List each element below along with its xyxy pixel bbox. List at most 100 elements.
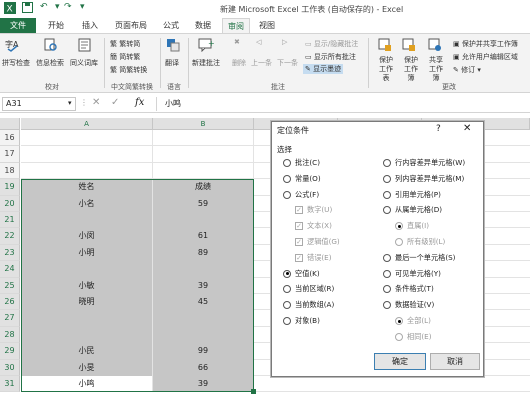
option-label-left_options-10[interactable]: 对象(B) xyxy=(295,316,320,326)
new-comment-icon[interactable]: + xyxy=(198,38,215,54)
name-box[interactable]: A31 xyxy=(2,97,76,111)
row-header[interactable]: 29 xyxy=(0,343,20,360)
research-button[interactable]: 信息检索 xyxy=(36,58,64,68)
option-label-right_options-1[interactable]: 列内容差异单元格(M) xyxy=(395,174,464,184)
row-header[interactable]: 24 xyxy=(0,261,20,278)
row-header[interactable]: 22 xyxy=(0,228,20,245)
cell-a17[interactable] xyxy=(21,146,153,163)
simp-to-trad-button[interactable]: 簡 简转繁 xyxy=(110,52,140,62)
row-header[interactable]: 21 xyxy=(0,212,20,229)
spell-check-icon[interactable]: 字A xyxy=(5,38,21,54)
radio-left_options-10[interactable] xyxy=(283,317,291,325)
column-header-a[interactable]: A xyxy=(21,118,153,130)
row-header[interactable]: 23 xyxy=(0,244,20,262)
cell-a18[interactable] xyxy=(21,162,153,180)
tab-review[interactable]: 审阅 xyxy=(222,18,250,33)
formula-content[interactable]: 小鸣 xyxy=(165,98,181,109)
tab-data[interactable]: 数据 xyxy=(188,18,218,33)
protect-sheet-icon[interactable] xyxy=(378,38,392,54)
row-header[interactable]: 28 xyxy=(0,326,20,344)
share-workbook-icon[interactable] xyxy=(428,38,442,54)
row-header[interactable]: 26 xyxy=(0,294,20,311)
tab-file[interactable]: 文件 xyxy=(0,18,36,33)
customize-quick-access-icon[interactable]: ▾ xyxy=(80,2,85,12)
radio-right_options-1[interactable] xyxy=(383,174,391,183)
row-header[interactable]: 18 xyxy=(0,162,20,180)
row-header[interactable]: 19 xyxy=(0,179,20,196)
option-label-right_options-6[interactable]: 最后一个单元格(S) xyxy=(395,253,455,263)
name-box-dropdown-icon[interactable]: ▾ xyxy=(68,99,72,107)
show-all-comments-button[interactable]: ▭ 显示所有批注 xyxy=(305,52,356,62)
radio-left_options-7[interactable] xyxy=(283,269,291,278)
cell-a16[interactable] xyxy=(21,130,153,147)
ok-button[interactable]: 确定 xyxy=(374,353,426,370)
cell-b17[interactable] xyxy=(153,146,254,163)
radio-left_options-1[interactable] xyxy=(283,174,291,183)
protect-workbook-icon[interactable] xyxy=(402,38,416,54)
option-label-left_options-7[interactable]: 空值(K) xyxy=(295,269,320,279)
row-header[interactable]: 25 xyxy=(0,277,20,294)
protect-workbook-button[interactable]: 保护工作簿 xyxy=(401,56,421,83)
option-label-left_options-0[interactable]: 批注(C) xyxy=(295,158,320,168)
option-label-left_options-1[interactable]: 常量(O) xyxy=(295,174,321,184)
new-comment-button[interactable]: 新建批注 xyxy=(192,58,220,68)
radio-right_options-9[interactable] xyxy=(383,301,391,310)
radio-left_options-8[interactable] xyxy=(283,285,291,294)
select-all-corner[interactable] xyxy=(0,118,20,130)
cell-b18[interactable] xyxy=(153,162,254,180)
row-header[interactable]: 27 xyxy=(0,310,20,327)
radio-left_options-2[interactable] xyxy=(283,190,291,199)
option-label-left_options-2[interactable]: 公式(F) xyxy=(295,190,319,200)
radio-right_options-8[interactable] xyxy=(383,285,391,294)
show-ink-button[interactable]: ✎ 显示墨迹 xyxy=(303,64,344,74)
option-label-right_options-9[interactable]: 数据验证(V) xyxy=(395,300,434,310)
tab-insert[interactable]: 插入 xyxy=(74,18,106,33)
track-changes-button[interactable]: ✎ 修订 ▾ xyxy=(453,65,481,75)
tab-home[interactable]: 开始 xyxy=(40,18,72,33)
thesaurus-icon[interactable] xyxy=(78,38,92,54)
redo-icon[interactable]: ↷ xyxy=(64,2,72,12)
radio-left_options-9[interactable] xyxy=(283,301,291,310)
option-label-right_options-0[interactable]: 行内容差异单元格(W) xyxy=(395,158,465,168)
undo-icon[interactable]: ↶ xyxy=(40,2,48,12)
radio-right_options-0[interactable] xyxy=(383,159,391,167)
radio-right_options-2[interactable] xyxy=(383,190,391,199)
insert-function-icon[interactable]: fx xyxy=(135,97,144,108)
undo-dropdown-icon[interactable]: ▾ xyxy=(55,2,60,12)
radio-right_options-7[interactable] xyxy=(383,269,391,278)
tab-page-layout[interactable]: 页面布局 xyxy=(108,18,154,33)
tab-view[interactable]: 视图 xyxy=(252,18,282,33)
radio-right_options-3[interactable] xyxy=(383,206,391,215)
option-label-right_options-7[interactable]: 可见单元格(Y) xyxy=(395,269,441,279)
allow-edit-ranges-button[interactable]: ▣ 允许用户编辑区域 xyxy=(453,52,518,62)
thesaurus-button[interactable]: 同义词库 xyxy=(70,58,98,68)
share-workbook-button[interactable]: 共享工作簿 xyxy=(426,56,446,83)
option-label-left_options-8[interactable]: 当前区域(R) xyxy=(295,284,334,294)
row-header[interactable]: 30 xyxy=(0,359,20,376)
trad-to-simp-button[interactable]: 繁 繁转简 xyxy=(110,39,140,49)
option-label-right_options-3[interactable]: 从属单元格(D) xyxy=(395,205,442,215)
cancel-button[interactable]: 取消 xyxy=(430,353,480,370)
cell-b16[interactable] xyxy=(153,130,254,147)
row-header[interactable]: 16 xyxy=(0,130,20,147)
tab-formulas[interactable]: 公式 xyxy=(156,18,186,33)
protect-share-button[interactable]: ▣ 保护并共享工作簿 xyxy=(453,39,518,49)
fill-handle[interactable] xyxy=(251,389,256,395)
translate-button[interactable]: 翻译 xyxy=(165,58,179,68)
convert-button[interactable]: 繁 简繁转换 xyxy=(110,65,147,75)
close-icon[interactable]: ✕ xyxy=(463,123,471,134)
spell-check-button[interactable]: 拼写检查 xyxy=(2,58,30,68)
help-button[interactable]: ? xyxy=(436,124,441,134)
radio-left_options-0[interactable] xyxy=(283,159,291,167)
row-header[interactable]: 31 xyxy=(0,376,20,393)
confirm-entry-icon[interactable]: ✓ xyxy=(111,97,119,108)
protect-sheet-button[interactable]: 保护工作表 xyxy=(377,56,395,83)
option-label-right_options-2[interactable]: 引用单元格(P) xyxy=(395,190,441,200)
option-label-left_options-9[interactable]: 当前数组(A) xyxy=(295,300,334,310)
cancel-entry-icon[interactable]: ✕ xyxy=(92,97,100,108)
translate-icon[interactable] xyxy=(166,38,180,54)
option-label-right_options-8[interactable]: 条件格式(T) xyxy=(395,284,434,294)
column-header-b[interactable]: B xyxy=(153,118,254,130)
row-header[interactable]: 17 xyxy=(0,146,20,163)
save-icon[interactable] xyxy=(22,2,33,16)
